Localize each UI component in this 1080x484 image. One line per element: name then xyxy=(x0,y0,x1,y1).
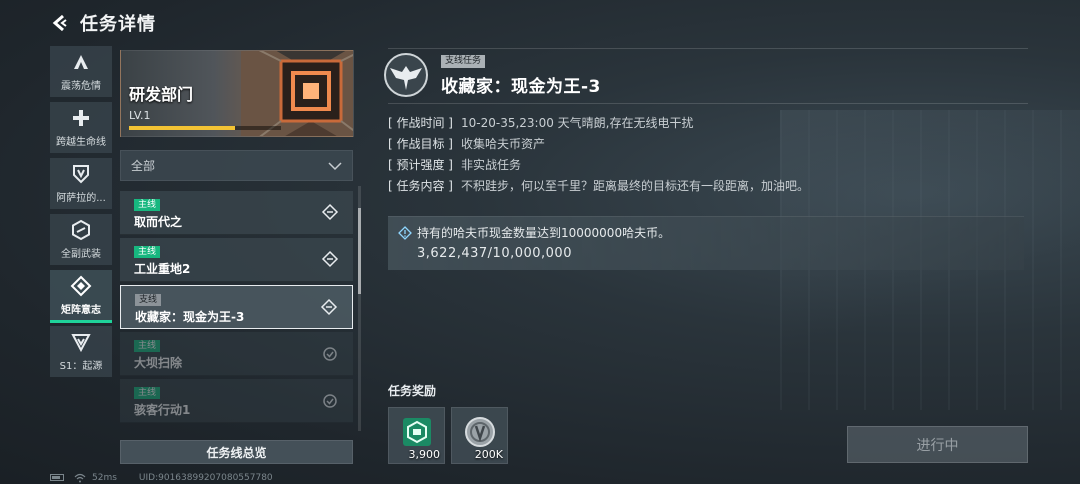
info-row-time: [ 作战时间 ] 10-20-35,23:00 天气晴朗,存在无线电干扰 xyxy=(388,113,1028,134)
task-title: 收藏家：现金为王-3 xyxy=(441,77,601,97)
info-label: [ 作战目标 ] xyxy=(388,137,453,151)
mission-diamond-icon xyxy=(320,298,338,316)
mission-tag-side: 支线 xyxy=(135,294,162,306)
page-title: 任务详情 xyxy=(80,14,156,35)
mission-diamond-icon xyxy=(321,203,339,221)
category-item-quanfu[interactable]: 全副武装 xyxy=(50,214,112,265)
category-item-asala[interactable]: 阿萨拉的... xyxy=(50,158,112,209)
department-banner[interactable]: 研发部门 LV.1 xyxy=(120,50,354,137)
category-item-s1[interactable]: S1：起源 xyxy=(50,326,112,377)
green-badge-icon xyxy=(403,418,431,446)
chevron-a-icon xyxy=(74,55,88,69)
cross-plus-icon xyxy=(73,110,89,126)
eagle-emblem-icon xyxy=(384,53,428,97)
reward-item[interactable]: 3,900 xyxy=(388,407,445,464)
silver-coin-icon xyxy=(465,417,495,447)
mission-tag-main: 主线 xyxy=(134,340,161,352)
category-item-zhendang[interactable]: 震荡危情 xyxy=(50,46,112,97)
mission-name: 取而代之 xyxy=(134,215,183,229)
info-label: [ 预计强度 ] xyxy=(388,158,453,172)
category-label: S1：起源 xyxy=(59,361,103,372)
mission-name: 骇客行动1 xyxy=(134,403,191,417)
mission-item-locked[interactable]: 主线 骇客行动1 xyxy=(120,379,353,423)
wifi-icon xyxy=(74,473,86,482)
medal-check-icon xyxy=(323,347,337,361)
objective-progress: 3,622,437/10,000,000 xyxy=(417,246,572,261)
back-arrow-icon[interactable] xyxy=(50,13,70,33)
category-label: 震荡危情 xyxy=(61,81,101,92)
filter-selected-value: 全部 xyxy=(131,159,156,173)
medal-check-icon xyxy=(323,394,337,408)
category-item-kuayue[interactable]: 跨越生命线 xyxy=(50,102,112,153)
mission-name: 工业重地2 xyxy=(134,262,191,276)
mission-item-selected[interactable]: 支线 收藏家：现金为王-3 xyxy=(120,285,353,329)
department-progress-fill xyxy=(129,126,236,130)
category-sidebar: 震荡危情 跨越生命线 阿萨拉的... 全副武装 矩阵意志 S1：起源 xyxy=(50,46,112,382)
hex-knot-icon xyxy=(72,219,90,241)
category-label: 全副武装 xyxy=(61,249,101,260)
info-label: [ 任务内容 ] xyxy=(388,179,453,193)
category-label: 矩阵意志 xyxy=(61,305,101,316)
reward-count: 3,900 xyxy=(408,448,441,461)
uid-text: UID:9016389920708055778​0 xyxy=(138,472,273,483)
reward-count: 200K xyxy=(474,448,503,461)
category-label: 阿萨拉的... xyxy=(56,193,106,204)
mission-name: 大坝扫除 xyxy=(134,356,183,370)
department-artwork xyxy=(241,51,353,136)
category-item-juzhen[interactable]: 矩阵意志 xyxy=(50,270,112,323)
mission-list-scrollbar[interactable] xyxy=(358,186,361,431)
task-objective: 持有的哈夫币现金数量达到10000000哈夫币。 3,622,437/10,00… xyxy=(388,216,1024,270)
info-value: 不积跬步，何以至千里？距离最终的目标还有一段距离，加油吧。 xyxy=(461,179,810,193)
mission-item[interactable]: 主线 取而代之 xyxy=(120,191,353,235)
objective-text: 持有的哈夫币现金数量达到10000000哈夫币。 xyxy=(417,226,671,240)
department-progress-bar xyxy=(129,126,281,130)
mission-filter-dropdown[interactable]: 全部 xyxy=(120,150,353,181)
mission-name: 收藏家：现金为王-3 xyxy=(135,310,245,324)
info-row-intensity: [ 预计强度 ] 非实战任务 xyxy=(388,155,1028,176)
category-label: 跨越生命线 xyxy=(56,137,106,148)
department-level: LV.1 xyxy=(129,109,151,122)
info-value: 10-20-35,23:00 天气晴朗,存在无线电干扰 xyxy=(461,116,694,130)
department-name: 研发部门 xyxy=(129,85,194,104)
matrix-diamond-icon xyxy=(70,275,92,297)
scrollbar-thumb[interactable] xyxy=(358,208,361,294)
in-progress-button[interactable]: 进行中 xyxy=(847,426,1028,463)
shield-v-icon xyxy=(73,165,89,184)
mission-item-locked[interactable]: 主线 大坝扫除 xyxy=(120,332,353,376)
reward-section-title: 任务奖励 xyxy=(388,384,437,398)
battery-icon xyxy=(50,474,64,481)
objective-diamond-icon xyxy=(398,226,412,240)
mission-tag-main: 主线 xyxy=(134,246,161,258)
info-value: 收集哈夫币资产 xyxy=(461,137,546,151)
status-footer: 52ms UID:9016389920708055778​0 xyxy=(50,471,273,484)
task-info: [ 作战时间 ] 10-20-35,23:00 天气晴朗,存在无线电干扰 [ 作… xyxy=(388,113,1028,197)
info-label: [ 作战时间 ] xyxy=(388,116,453,130)
mission-list[interactable]: 主线 取而代之 主线 工业重地2 支线 收藏家：现金为王-3 主线 大坝扫除 主… xyxy=(120,186,353,431)
divider xyxy=(388,103,1028,104)
triangle-v-icon xyxy=(71,334,91,353)
task-type-badge: 支线任务 xyxy=(441,55,486,68)
page-header: 任务详情 xyxy=(50,10,156,36)
ping-text: 52ms xyxy=(92,472,117,483)
chevron-down-icon xyxy=(328,161,342,170)
mission-tag-main: 主线 xyxy=(134,387,161,399)
mission-tag-main: 主线 xyxy=(134,199,161,211)
reward-item[interactable]: 200K xyxy=(451,407,508,464)
info-row-content: [ 任务内容 ] 不积跬步，何以至千里？距离最终的目标还有一段距离，加油吧。 xyxy=(388,176,1028,197)
info-row-target: [ 作战目标 ] 收集哈夫币资产 xyxy=(388,134,1028,155)
mission-item[interactable]: 主线 工业重地2 xyxy=(120,238,353,282)
mission-diamond-icon xyxy=(321,250,339,268)
info-value: 非实战任务 xyxy=(461,158,522,172)
mission-overview-button[interactable]: 任务线总览 xyxy=(120,440,353,464)
divider xyxy=(388,48,1028,49)
